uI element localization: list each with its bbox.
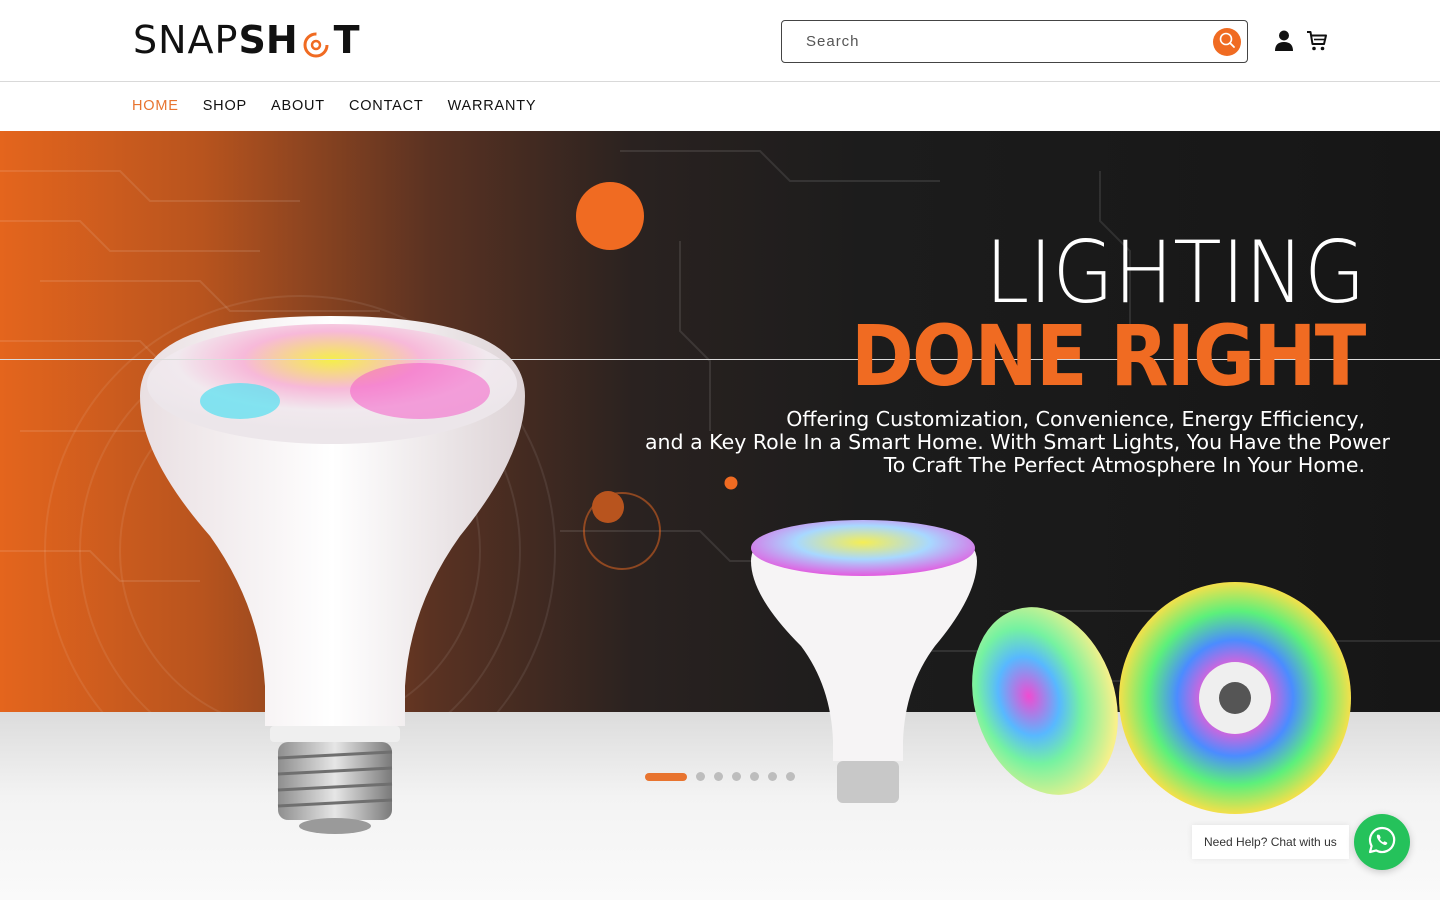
cart-icon[interactable] xyxy=(1305,29,1329,53)
search-button[interactable] xyxy=(1213,28,1241,56)
hero-subcopy-line: and a Key Role In a Smart Home. With Sma… xyxy=(645,430,1390,454)
hero-banner[interactable]: LIGHTING DONE RIGHT Offering Customizati… xyxy=(0,131,1440,900)
carousel-dot-3[interactable] xyxy=(714,772,723,781)
hero-headline-secondary: DONE RIGHT xyxy=(851,307,1367,405)
search-icon xyxy=(1218,31,1236,54)
nav-item-contact[interactable]: CONTACT xyxy=(349,98,424,114)
nav-item-shop[interactable]: SHOP xyxy=(203,98,247,114)
carousel-pagination xyxy=(645,772,804,781)
logo-text-tail: T xyxy=(333,18,360,62)
site-logo[interactable]: SNAP SH T xyxy=(133,18,360,62)
search-box xyxy=(781,20,1248,63)
logo-lens-icon xyxy=(300,24,332,58)
nav-item-about[interactable]: ABOUT xyxy=(271,98,325,114)
search-input[interactable] xyxy=(783,22,1203,61)
chat-help-label[interactable]: Need Help? Chat with us xyxy=(1192,825,1349,859)
carousel-dot-5[interactable] xyxy=(750,772,759,781)
orange-dot-decoration xyxy=(724,476,738,490)
hero-subcopy-line: To Craft The Perfect Atmosphere In Your … xyxy=(883,453,1365,477)
hero-headline-primary: LIGHTING xyxy=(984,223,1365,323)
whatsapp-icon xyxy=(1367,825,1397,860)
nav-item-home[interactable]: HOME xyxy=(132,98,179,114)
logo-text-light: SNAP xyxy=(133,18,239,62)
whatsapp-chat-button[interactable] xyxy=(1354,814,1410,870)
large-smart-bulb-image xyxy=(140,316,525,834)
orange-dot-decoration-small xyxy=(592,491,624,523)
product-group-image xyxy=(751,520,1351,814)
orange-circle-decoration xyxy=(576,182,644,250)
account-icon[interactable] xyxy=(1273,29,1295,53)
carousel-dot-1[interactable] xyxy=(645,772,687,781)
carousel-dot-4[interactable] xyxy=(732,772,741,781)
site-header: SNAP SH T xyxy=(0,0,1440,82)
carousel-dot-6[interactable] xyxy=(768,772,777,781)
main-nav: HOME SHOP ABOUT CONTACT WARRANTY xyxy=(0,83,1440,131)
carousel-dot-2[interactable] xyxy=(696,772,705,781)
logo-text-bold: SH xyxy=(238,18,298,62)
carousel-dot-7[interactable] xyxy=(786,772,795,781)
hero-subcopy: Offering Customization, Convenience, Ene… xyxy=(645,407,1390,477)
nav-item-warranty[interactable]: WARRANTY xyxy=(448,98,537,114)
hero-subcopy-line: Offering Customization, Convenience, Ene… xyxy=(786,407,1365,431)
